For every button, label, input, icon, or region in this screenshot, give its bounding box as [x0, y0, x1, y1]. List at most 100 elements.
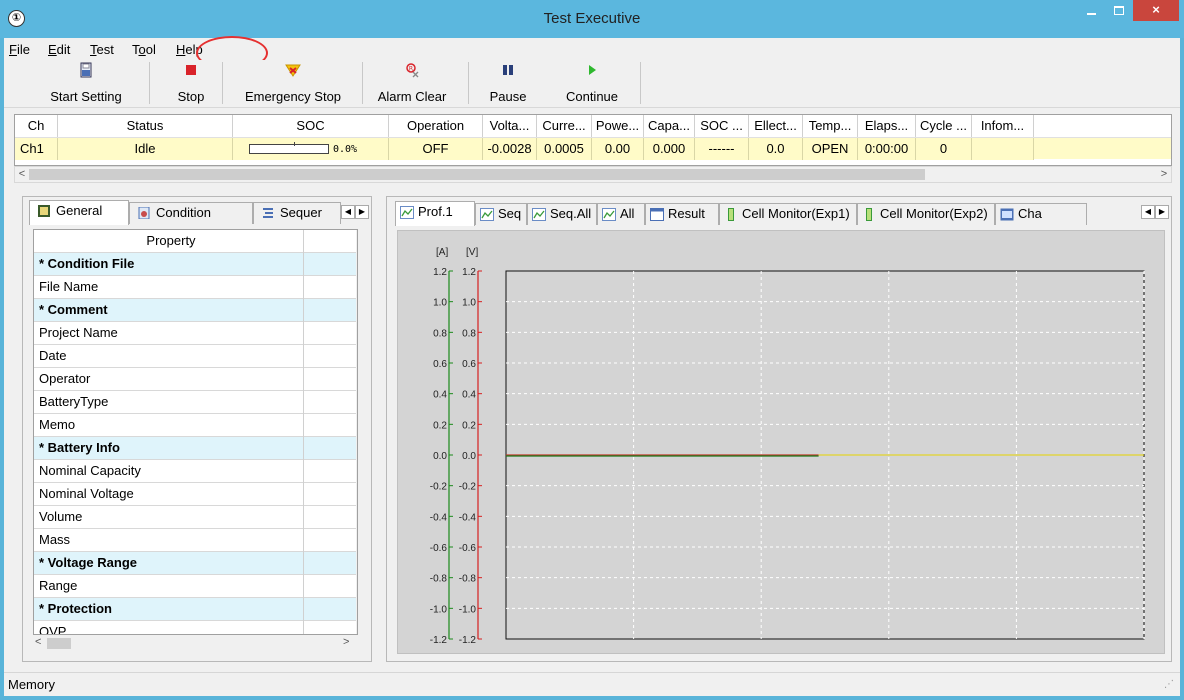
tab-scroll-right-icon[interactable]: ▶ [355, 205, 369, 219]
property-value[interactable] [304, 276, 357, 299]
property-value[interactable] [304, 299, 357, 322]
property-row[interactable]: Memo [34, 414, 357, 437]
property-value[interactable] [304, 552, 357, 575]
stop-button[interactable]: Stop [166, 60, 216, 106]
property-value[interactable] [304, 437, 357, 460]
property-row[interactable]: OVP [34, 621, 357, 634]
tab-prof1[interactable]: Prof.1 [395, 201, 475, 226]
property-row[interactable]: File Name [34, 276, 357, 299]
y-tick-label: -0.4 [430, 512, 448, 523]
emergency-stop-button[interactable]: Emergency Stop [231, 60, 355, 106]
property-row[interactable]: Mass [34, 529, 357, 552]
tab-cell-monitor-exp1[interactable]: Cell Monitor(Exp1) [719, 203, 857, 225]
property-value[interactable] [304, 483, 357, 506]
tab-general[interactable]: General [29, 200, 129, 225]
column-header-status[interactable]: Status [58, 115, 233, 137]
property-row[interactable]: * Voltage Range [34, 552, 357, 575]
property-row[interactable]: Nominal Voltage [34, 483, 357, 506]
property-row[interactable]: Date [34, 345, 357, 368]
scroll-left-icon[interactable]: < [35, 636, 41, 648]
property-row[interactable]: BatteryType [34, 391, 357, 414]
tab-sequence[interactable]: Sequer [253, 202, 341, 224]
property-value[interactable] [304, 414, 357, 437]
property-row[interactable]: Range [34, 575, 357, 598]
result-tab-icon [650, 208, 664, 221]
property-value[interactable] [304, 598, 357, 621]
profile-graph[interactable]: 1.2 1.2 1.0 1.0 0.8 0.8 0.6 0.6 0.4 0.4 0.2 0.2 0.0 0… [397, 230, 1165, 654]
svg-text:R: R [409, 66, 413, 73]
toolbar-separator [222, 62, 223, 104]
continue-button[interactable]: Continue [556, 60, 628, 106]
property-row[interactable]: * Condition File [34, 253, 357, 276]
value-column-header[interactable] [304, 230, 357, 253]
column-header-temp[interactable]: Temp... [803, 115, 858, 137]
column-header-ellect[interactable]: Ellect... [749, 115, 803, 137]
scroll-thumb[interactable] [47, 638, 71, 649]
column-header-voltage[interactable]: Volta... [483, 115, 537, 137]
menu-test[interactable]: Test [90, 42, 114, 57]
property-row[interactable]: Volume [34, 506, 357, 529]
column-header-soc[interactable]: SOC [233, 115, 389, 137]
property-value[interactable] [304, 253, 357, 276]
tab-scroll-right-icon[interactable]: ▶ [1155, 205, 1169, 219]
property-row[interactable]: * Battery Info [34, 437, 357, 460]
property-value[interactable] [304, 506, 357, 529]
column-header-current[interactable]: Curre... [537, 115, 592, 137]
property-grid-hscrollbar[interactable]: < > [33, 635, 358, 652]
channel-table-hscrollbar[interactable]: < > [14, 166, 1172, 183]
property-value[interactable] [304, 460, 357, 483]
tab-condition[interactable]: Condition [129, 202, 253, 224]
tab-all[interactable]: All [597, 203, 645, 225]
column-header-ch[interactable]: Ch [15, 115, 58, 137]
scroll-right-icon[interactable]: > [1157, 167, 1171, 182]
tab-scroll-left-icon[interactable]: ◀ [1141, 205, 1155, 219]
tab-result[interactable]: Result [645, 203, 719, 225]
graph-tab-icon [480, 208, 494, 221]
maximize-button[interactable] [1105, 0, 1132, 21]
property-value[interactable] [304, 575, 357, 598]
property-value[interactable] [304, 621, 357, 634]
menu-edit[interactable]: Edit [48, 42, 70, 57]
column-header-operation[interactable]: Operation [389, 115, 483, 137]
property-grid[interactable]: Property * Condition File File Name * Comm… [33, 229, 358, 635]
tab-seq[interactable]: Seq [475, 203, 527, 225]
start-setting-button[interactable]: Start Setting [38, 60, 134, 106]
menu-file[interactable]: File [9, 42, 30, 57]
tab-scroll-left-icon[interactable]: ◀ [341, 205, 355, 219]
scroll-left-icon[interactable]: < [15, 167, 29, 182]
tab-cha[interactable]: Cha [995, 203, 1087, 225]
resize-grip-icon[interactable]: ⋰ [1164, 673, 1174, 696]
property-grid-vscrollbar[interactable]: ︿ ﹀ [356, 230, 357, 634]
tab-seq-all[interactable]: Seq.All [527, 203, 597, 225]
column-header-soc2[interactable]: SOC ... [695, 115, 749, 137]
y-tick-label: -1.0 [459, 604, 477, 615]
scroll-thumb[interactable] [29, 169, 925, 180]
property-row[interactable]: Operator [34, 368, 357, 391]
column-header-power[interactable]: Powe... [592, 115, 644, 137]
property-value[interactable] [304, 345, 357, 368]
property-value[interactable] [304, 368, 357, 391]
column-header-capacity[interactable]: Capa... [644, 115, 695, 137]
table-row[interactable]: Ch1 Idle 0.0% OFF -0.0028 0.0005 0.00 0.… [15, 137, 1171, 160]
channel-table[interactable]: Ch Status SOC Operation Volta... Curre..… [14, 114, 1172, 166]
tab-cell-monitor-exp2[interactable]: Cell Monitor(Exp2) [857, 203, 995, 225]
menu-tool[interactable]: Tool [132, 42, 156, 57]
property-row[interactable]: * Comment [34, 299, 357, 322]
property-row[interactable]: * Protection [34, 598, 357, 621]
column-header-elapsed[interactable]: Elaps... [858, 115, 916, 137]
close-button[interactable]: × [1133, 0, 1179, 21]
property-value[interactable] [304, 391, 357, 414]
title-bar[interactable]: ① Test Executive × [0, 0, 1184, 38]
pause-icon [503, 65, 513, 75]
pause-button[interactable]: Pause [480, 60, 536, 106]
property-row[interactable]: Nominal Capacity [34, 460, 357, 483]
scroll-right-icon[interactable]: > [343, 636, 349, 648]
column-header-cycle[interactable]: Cycle ... [916, 115, 972, 137]
minimize-button[interactable] [1078, 0, 1105, 21]
property-value[interactable] [304, 322, 357, 345]
property-row[interactable]: Project Name [34, 322, 357, 345]
alarm-clear-button[interactable]: R Alarm Clear [366, 60, 458, 106]
property-value[interactable] [304, 529, 357, 552]
property-column-header[interactable]: Property [34, 230, 304, 253]
column-header-info[interactable]: Infom... [972, 115, 1034, 137]
